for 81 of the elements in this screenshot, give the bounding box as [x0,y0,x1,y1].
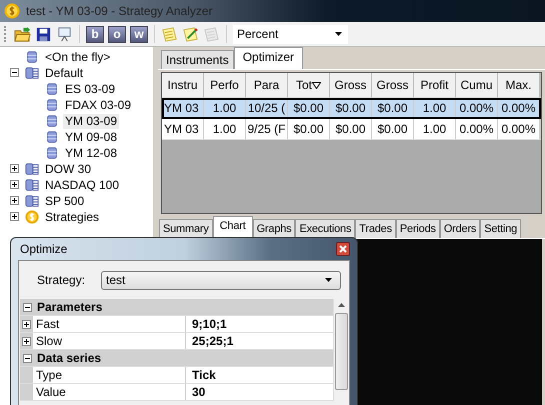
tree-item[interactable]: YM 12-08 [63,146,120,160]
tree-item[interactable]: YM 09-08 [63,130,120,144]
dialog-title: Optimize [19,242,68,256]
tab[interactable]: Executions [295,219,356,238]
database-icon [45,130,59,144]
tree-item[interactable]: Strategies [43,210,102,224]
expand-toggle[interactable] [22,336,31,346]
table-cell: 0.00% [456,119,498,140]
expand-toggle[interactable] [10,196,19,204]
expand-toggle[interactable] [10,164,19,172]
tab[interactable]: Optimizer [234,47,304,69]
expand-toggle[interactable] [10,180,19,188]
tree-item[interactable]: ES 03-09 [63,82,118,96]
strategy-dropdown[interactable]: test [101,270,342,290]
table-cell: $0.00 [372,119,414,140]
property-name: Slow [33,333,186,349]
table-cell: YM 03 [162,119,204,140]
property-value[interactable]: 9;10;1 [186,316,333,332]
table-cell: $0.00 [288,119,330,140]
property-name: Value [33,384,186,400]
expand-toggle[interactable] [10,212,19,220]
letter-button[interactable]: o [108,26,126,42]
tab[interactable]: Instruments [161,50,234,69]
category-label: Data series [37,351,102,365]
collapse-toggle[interactable] [23,354,32,362]
tab[interactable]: Periods [396,219,440,238]
tree-item[interactable]: YM 03-09 [63,114,120,128]
database-list-icon [25,194,39,208]
tree-item[interactable]: DOW 30 [43,162,94,176]
table-cell: $0.00 [330,119,372,140]
database-list-icon [25,178,39,192]
dollar-coin-icon [4,3,20,19]
dollar-coin-icon [25,210,39,224]
database-icon [45,114,59,128]
open-folder-icon[interactable] [14,26,31,42]
tree-item[interactable]: SP 500 [43,194,86,208]
tree-item[interactable]: <On the fly> [43,50,112,64]
tab[interactable]: Graphs [252,219,296,238]
table-cell: 1.00 [204,119,246,140]
database-icon [45,98,59,112]
close-button[interactable] [336,242,350,256]
table-cell: 0.00% [498,119,540,140]
letter-button[interactable]: w [130,26,148,42]
sort-icon [312,82,321,88]
property-value[interactable]: Tick [186,367,333,383]
table-cell: 9/25 (F [246,119,288,140]
database-icon [45,146,59,160]
collapse-toggle[interactable] [23,302,32,312]
database-icon [45,82,59,96]
tree-item[interactable]: NASDAQ 100 [43,178,122,192]
tab[interactable]: Trades [355,219,396,238]
tree-item[interactable]: FDAX 03-09 [63,98,134,112]
presentation-board-icon[interactable] [56,26,73,42]
scroll-up-arrow-icon[interactable] [338,303,345,307]
expand-toggle[interactable] [22,320,31,328]
letter-button[interactable]: b [86,26,104,42]
tree-item[interactable]: Default [43,66,86,80]
property-value[interactable]: 30 [186,384,333,400]
notes-pencil-icon[interactable] [182,26,199,42]
database-list-icon [25,66,39,80]
tab[interactable]: Chart [212,216,253,238]
database-list-icon [25,162,39,176]
caret-icon [335,32,342,36]
window-title: test - YM 03-09 - Strategy Analyzer [26,4,213,18]
property-value[interactable]: 25;25;1 [186,333,333,349]
display-dropdown[interactable]: Percent [233,24,348,44]
row-gutter [20,384,33,400]
caret-icon [325,278,332,282]
category-label: Parameters [37,300,102,314]
property-name: Type [33,367,186,383]
save-icon[interactable] [35,26,52,42]
property-name: Fast [33,316,186,332]
table-cell: 1.00 [414,119,456,140]
database-icon [25,50,39,64]
expand-toggle[interactable] [10,68,19,76]
table-row[interactable]: YM 03 1.00 10/25 ( $0.00 $0.00 $0.00 1.00 0.00% 0.00% [162,98,541,119]
strategy-label: Strategy: [37,273,86,287]
table-row[interactable]: YM 03 1.00 9/25 (F $0.00 $0.00 $0.00 1.00 0.00% 0.00% [162,119,541,140]
tab[interactable]: Summary [159,219,213,238]
tab[interactable]: Orders [440,219,480,238]
tab[interactable]: Setting [480,219,522,238]
